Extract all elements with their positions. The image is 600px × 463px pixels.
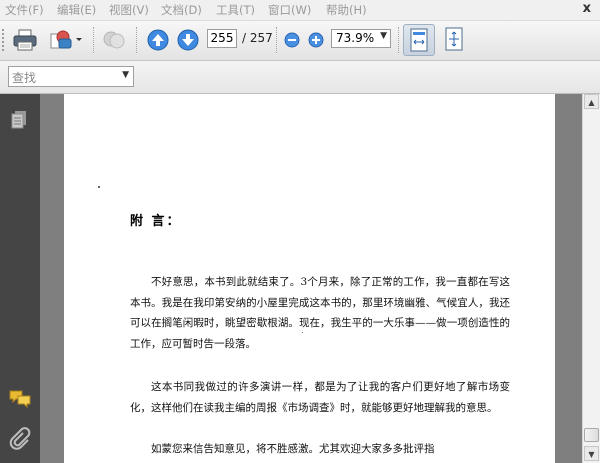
find-placeholder: 查找 (12, 71, 37, 85)
page-heading: 附 言： (130, 214, 182, 229)
menu-help[interactable]: 帮助(H) (326, 2, 367, 18)
close-icon[interactable]: x (583, 1, 591, 16)
fit-width-icon[interactable] (403, 24, 435, 56)
document-viewport[interactable]: 附 言： 不好意思，本书到此就结束了。3个月来，除了正常的工作，我一直都在写这本… (40, 94, 582, 463)
menu-edit[interactable]: 编辑(E) (57, 2, 96, 18)
find-input[interactable]: 查找 ▼ (8, 66, 134, 87)
chevron-down-icon[interactable]: ▼ (380, 31, 387, 41)
menu-window[interactable]: 窗口(W) (268, 2, 311, 18)
collaborate-icon[interactable] (100, 27, 128, 53)
vertical-scrollbar[interactable]: ▲ ▼ (582, 94, 600, 463)
previous-page-icon[interactable] (144, 27, 172, 53)
paragraph: 这本书同我做过的许多演讲一样，都是为了让我的客户们更好地了解市场变化，这样他们在… (130, 381, 510, 414)
share-icon[interactable] (46, 27, 84, 53)
find-toolbar: 查找 ▼ (0, 61, 600, 94)
pages-icon[interactable] (8, 108, 32, 132)
next-page-icon[interactable] (174, 27, 202, 53)
toolbar-grip[interactable] (2, 29, 7, 51)
comments-icon[interactable] (8, 386, 32, 410)
menu-bar: 文件(F) 编辑(E) 视图(V) 文档(D) 工具(T) 窗口(W) 帮助(H… (0, 0, 600, 21)
page-total: / 257 (242, 31, 273, 45)
paragraph: 不好意思，本书到此就结束了。3个月来，除了正常的工作，我一直都在写这本书。我是在… (130, 276, 510, 350)
print-icon[interactable] (11, 27, 39, 53)
page-number-input[interactable]: 255 (207, 29, 237, 48)
zoom-in-icon[interactable] (306, 27, 326, 53)
menu-document[interactable]: 文档(D) (161, 2, 202, 18)
document-page: 附 言： 不好意思，本书到此就结束了。3个月来，除了正常的工作，我一直都在写这本… (64, 94, 555, 463)
toolbar: 255 / 257 73.9% ▼ (0, 21, 600, 61)
fit-page-icon[interactable] (439, 24, 471, 56)
attachments-icon[interactable] (8, 427, 32, 451)
navigation-panel (0, 94, 40, 463)
menu-file[interactable]: 文件(F) (5, 2, 44, 18)
toolbar-separator (276, 27, 278, 53)
menu-tools[interactable]: 工具(T) (216, 2, 255, 18)
paragraph: 如蒙您来信告知意见，将不胜感激。尤其欢迎大家多多批评指 (151, 443, 435, 455)
zoom-out-icon[interactable] (282, 27, 302, 53)
scan-speck (98, 186, 100, 188)
toolbar-separator (93, 27, 95, 53)
zoom-value: 73.9% (336, 31, 375, 45)
scrollbar-thumb[interactable] (584, 428, 599, 442)
zoom-select[interactable]: 73.9% ▼ (331, 29, 391, 48)
menu-view[interactable]: 视图(V) (109, 2, 149, 18)
toolbar-separator (398, 27, 400, 53)
scroll-down-icon[interactable]: ▼ (584, 446, 599, 461)
toolbar-separator (136, 27, 138, 53)
chevron-down-icon[interactable]: ▼ (122, 70, 129, 80)
scroll-up-icon[interactable]: ▲ (584, 94, 599, 109)
